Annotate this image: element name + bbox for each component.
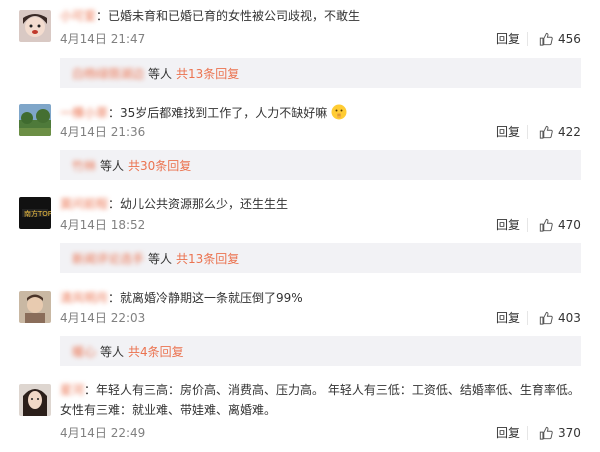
divider	[527, 125, 528, 139]
comment-date: 4月14日 21:47	[60, 32, 146, 46]
comment-author[interactable]: 小可爱	[60, 9, 96, 23]
comment-body: 就离婚冷静期这一条就压倒了99%	[120, 291, 303, 305]
view-replies-link[interactable]: 共13条回复	[176, 250, 239, 267]
like-button[interactable]: 456	[539, 31, 581, 47]
like-button[interactable]: 470	[539, 217, 581, 233]
reply-suffix: 等人	[148, 251, 173, 266]
like-count: 456	[558, 32, 581, 46]
reply-summary[interactable]: 白杨绿荫湖边 等人 共13条回复	[60, 58, 581, 88]
comment-author[interactable]: 莫问前程	[60, 197, 108, 211]
comment-body: 35岁后都难找到工作了，人力不缺好嘛	[120, 106, 328, 120]
reply-button[interactable]: 回复	[496, 31, 520, 47]
reply-summary[interactable]: 新闻评论选手 等人 共13条回复	[60, 243, 581, 273]
comment-date: 4月14日 22:03	[60, 311, 146, 325]
thumbs-up-icon	[539, 311, 553, 325]
divider	[527, 426, 528, 440]
reply-button[interactable]: 回复	[496, 425, 520, 441]
divider	[527, 311, 528, 325]
comment-date: 4月14日 21:36	[60, 125, 146, 139]
reply-summary[interactable]: 竹林 等人 共30条回复	[60, 150, 581, 180]
reply-button[interactable]: 回复	[496, 217, 520, 233]
thumbs-up-icon	[539, 32, 553, 46]
reply-suffix: 等人	[100, 158, 125, 173]
shushing-face-emoji	[331, 104, 347, 120]
comment-text: 清风明月：就离婚冷静期这一条就压倒了99%	[60, 291, 303, 305]
reply-users[interactable]: 白杨绿荫湖边	[72, 65, 144, 82]
view-replies-link[interactable]: 共13条回复	[176, 65, 239, 82]
comment-text: 莫问前程：幼儿公共资源那么少，还生生生	[60, 197, 289, 211]
reply-button[interactable]: 回复	[496, 310, 520, 326]
divider	[527, 32, 528, 46]
comment-body: 已婚未育和已婚已育的女性被公司歧视，不敢生	[108, 9, 361, 23]
reply-button[interactable]: 回复	[496, 124, 520, 140]
comment-text: 一棵小草：35岁后都难找到工作了，人力不缺好嘛	[60, 103, 585, 123]
like-button[interactable]: 403	[539, 310, 581, 326]
reply-suffix: 等人	[148, 66, 173, 81]
divider	[527, 218, 528, 232]
thumbs-up-icon	[539, 426, 553, 440]
reply-users[interactable]: 新闻评论选手	[72, 250, 144, 267]
like-count: 470	[558, 218, 581, 232]
avatar[interactable]	[19, 104, 51, 136]
comment-body: 年轻人有三高：房价高、消费高、压力高。 年轻人有三低：工资低、结婚率低、生育率低…	[60, 383, 580, 417]
reply-users[interactable]: 暖心	[72, 343, 96, 360]
comment-author[interactable]: 一棵小草	[60, 106, 108, 120]
comment-text: 小可爱：已婚未育和已婚已育的女性被公司歧视，不敢生	[60, 9, 361, 23]
avatar[interactable]	[19, 10, 51, 42]
view-replies-link[interactable]: 共4条回复	[128, 343, 184, 360]
thumbs-up-icon	[539, 218, 553, 232]
reply-suffix: 等人	[100, 344, 125, 359]
like-button[interactable]: 422	[539, 124, 581, 140]
reply-summary[interactable]: 暖心 等人 共4条回复	[60, 336, 581, 366]
like-count: 403	[558, 311, 581, 325]
svg-text:南方TOP: 南方TOP	[24, 209, 51, 218]
reply-users[interactable]: 竹林	[72, 157, 96, 174]
avatar[interactable]	[19, 291, 51, 323]
like-count: 370	[558, 426, 581, 440]
comment-author[interactable]: 星河	[60, 383, 84, 397]
avatar[interactable]	[19, 384, 51, 416]
avatar[interactable]: 南方TOP	[19, 197, 51, 229]
comment-text: 星河：年轻人有三高：房价高、消费高、压力高。 年轻人有三低：工资低、结婚率低、生…	[60, 383, 580, 417]
comment-author[interactable]: 清风明月	[60, 291, 108, 305]
view-replies-link[interactable]: 共30条回复	[128, 157, 191, 174]
comment-body: 幼儿公共资源那么少，还生生生	[120, 197, 289, 211]
comment-date: 4月14日 18:52	[60, 218, 146, 232]
comment-date: 4月14日 22:49	[60, 426, 146, 440]
like-button[interactable]: 370	[539, 425, 581, 441]
like-count: 422	[558, 125, 581, 139]
thumbs-up-icon	[539, 125, 553, 139]
